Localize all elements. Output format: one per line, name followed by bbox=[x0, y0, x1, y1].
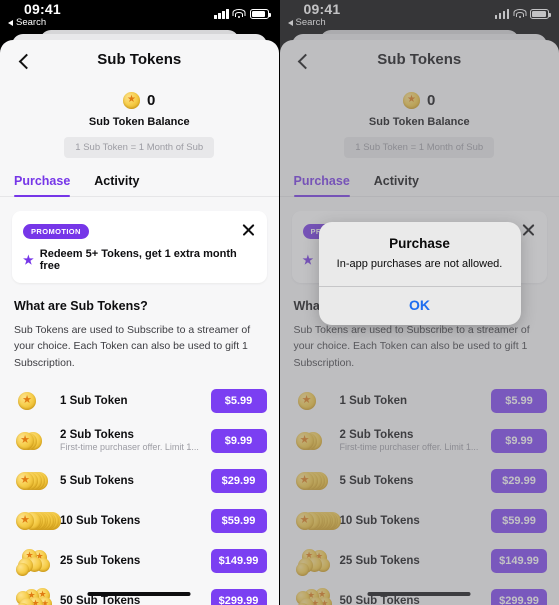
product-info: 50 Sub Tokens bbox=[60, 595, 211, 605]
status-indicators bbox=[214, 9, 271, 19]
product-row[interactable]: ★ ★ 25 Sub Tokens $149.99 bbox=[0, 541, 279, 581]
product-subtitle: First-time purchaser offer. Limit 1... bbox=[60, 442, 199, 453]
info-section: What are Sub Tokens? Sub Tokens are used … bbox=[0, 283, 279, 371]
coin-star-icon: ★ bbox=[127, 94, 137, 106]
product-price-button[interactable]: $29.99 bbox=[210, 468, 267, 493]
balance-row: ★ 0 bbox=[0, 92, 279, 109]
tab-label: Purchase bbox=[14, 174, 71, 188]
coin-star-icon: ★ bbox=[20, 514, 30, 527]
product-info: 5 Sub Tokens bbox=[60, 475, 211, 487]
product-info: 1 Sub Token bbox=[60, 395, 211, 407]
product-price-button[interactable]: $299.99 bbox=[210, 588, 267, 605]
navigation-bar: Sub Tokens bbox=[0, 40, 279, 83]
info-body: Sub Tokens are used to Subscribe to a st… bbox=[14, 324, 251, 369]
status-bar: 09:41 Search bbox=[0, 0, 279, 30]
product-info: 2 Sub Tokens First-time purchaser offer. … bbox=[60, 429, 211, 452]
coin-big-pile-icon: ★ ★ ★ ★ bbox=[16, 587, 52, 605]
page-title: Sub Tokens bbox=[97, 51, 182, 68]
product-list: ★ 1 Sub Token $5.99 ★ 2 Sub Tokens First-time… bbox=[0, 381, 279, 605]
product-title: 50 Sub Tokens bbox=[60, 594, 141, 605]
product-title: 2 Sub Tokens bbox=[60, 429, 134, 442]
dialog-ok-button[interactable]: OK bbox=[319, 287, 521, 325]
coin-star-icon: ★ bbox=[20, 474, 30, 487]
product-row[interactable]: ★ 2 Sub Tokens First-time purchaser offer.… bbox=[0, 421, 279, 461]
coin-star-icon: ★ bbox=[20, 434, 30, 447]
product-icon: ★ bbox=[16, 470, 60, 492]
status-back-label: Search bbox=[16, 17, 47, 28]
coin-icon: ★ bbox=[123, 92, 140, 109]
tab-bar: Purchase Activity bbox=[0, 174, 279, 197]
sub-tokens-sheet: Sub Tokens ★ 0 Sub Token Balance 1 Sub Token… bbox=[0, 40, 279, 605]
phone-screen-right: 09:41 Search Sub Tokens ★ 0 Sub Token Balance… bbox=[278, 0, 559, 605]
info-heading: What are Sub Tokens? bbox=[14, 299, 148, 313]
battery-icon bbox=[249, 9, 271, 19]
conversion-chip: 1 Sub Token = 1 Month of Sub bbox=[64, 137, 215, 158]
coin-double-icon: ★ bbox=[16, 430, 42, 452]
coin-disc bbox=[16, 562, 29, 576]
product-row[interactable]: ★ 5 Sub Tokens $29.99 bbox=[0, 461, 279, 501]
cellular-bars-icon bbox=[214, 9, 229, 19]
dialog-body: Purchase In-app purchases are not allowed… bbox=[319, 222, 521, 286]
promotion-card: PROMOTION ★ Redeem 5+ Tokens, get 1 extra … bbox=[12, 211, 267, 283]
tab-label: Activity bbox=[94, 174, 140, 188]
status-back-to-search[interactable]: Search bbox=[8, 17, 46, 28]
product-price-button[interactable]: $149.99 bbox=[210, 548, 267, 573]
coin-stack-icon: ★ bbox=[16, 470, 48, 492]
product-price-button[interactable]: $9.99 bbox=[210, 428, 267, 453]
promotion-badge: PROMOTION bbox=[23, 224, 89, 239]
dialog-title: Purchase bbox=[389, 236, 450, 251]
product-price-button[interactable]: $59.99 bbox=[210, 508, 267, 533]
wifi-icon bbox=[232, 9, 246, 19]
product-title: 25 Sub Tokens bbox=[60, 554, 141, 567]
product-title: 1 Sub Token bbox=[60, 394, 128, 407]
product-info: 25 Sub Tokens bbox=[60, 555, 211, 567]
product-row[interactable]: ★ 1 Sub Token $5.99 bbox=[0, 381, 279, 421]
product-row[interactable]: ★ 10 Sub Tokens $59.99 bbox=[0, 501, 279, 541]
balance-label: Sub Token Balance bbox=[88, 116, 190, 128]
dual-phone-screenshot: 09:41 Search Sub Tokens ★ 0 Sub Token Balance… bbox=[0, 0, 559, 605]
status-time: 09:41 bbox=[24, 1, 61, 17]
promotion-text: Redeem 5+ Tokens, get 1 extra month free bbox=[39, 248, 237, 272]
product-title: 5 Sub Tokens bbox=[60, 474, 134, 487]
phone-screen-left: 09:41 Search Sub Tokens ★ 0 Sub Token Balance… bbox=[0, 0, 279, 605]
coin-pile-icon: ★ ★ bbox=[16, 548, 50, 576]
balance-section: ★ 0 Sub Token Balance 1 Sub Token = 1 Month… bbox=[0, 83, 279, 158]
product-icon: ★ ★ bbox=[16, 548, 60, 576]
product-icon: ★ bbox=[16, 510, 62, 532]
product-info: 10 Sub Tokens bbox=[60, 515, 211, 527]
dialog-message: In-app purchases are not allowed. bbox=[336, 258, 503, 270]
product-icon: ★ bbox=[16, 390, 60, 412]
balance-amount: 0 bbox=[146, 92, 156, 109]
coin-star-icon: ★ bbox=[22, 394, 32, 407]
coin-roll-icon: ★ bbox=[16, 510, 62, 532]
home-indicator bbox=[87, 592, 191, 596]
product-title: 10 Sub Tokens bbox=[60, 514, 141, 527]
star-icon: ★ bbox=[23, 253, 34, 267]
tab-activity[interactable]: Activity bbox=[94, 174, 139, 197]
product-price-button[interactable]: $5.99 bbox=[210, 388, 267, 413]
tab-purchase[interactable]: Purchase bbox=[14, 174, 71, 197]
promotion-text-row: ★ Redeem 5+ Tokens, get 1 extra month fre… bbox=[23, 248, 256, 272]
close-icon[interactable] bbox=[241, 222, 256, 237]
product-icon: ★ ★ ★ ★ bbox=[16, 587, 60, 605]
product-icon: ★ bbox=[16, 430, 60, 452]
coin-single-icon: ★ bbox=[16, 390, 38, 412]
purchase-alert-dialog: Purchase In-app purchases are not allowed… bbox=[318, 222, 521, 325]
back-triangle-icon bbox=[8, 19, 13, 26]
